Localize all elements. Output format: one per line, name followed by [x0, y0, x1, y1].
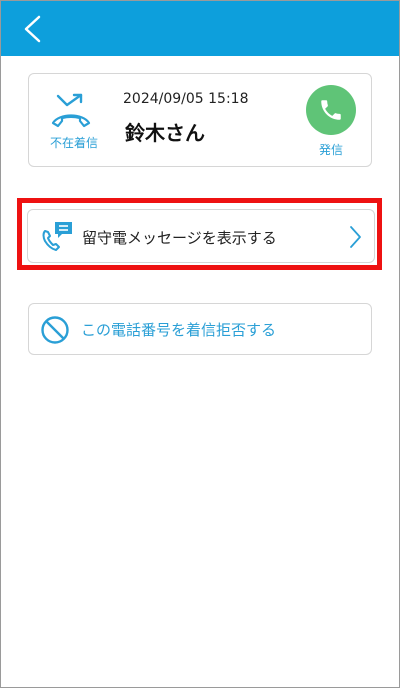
block-icon [41, 316, 69, 344]
caller-name: 鈴木さん [125, 121, 205, 145]
voicemail-button[interactable]: 留守電メッセージを表示する [27, 209, 375, 263]
screen-frame: 不在着信 2024/09/05 15:18 鈴木さん 発信 留守電メッセージを表… [0, 0, 400, 688]
chevron-right-icon [350, 226, 361, 248]
voicemail-message-icon [42, 222, 72, 251]
missed-call-label: 不在着信 [49, 136, 98, 150]
missed-call-icon [51, 93, 91, 128]
phone-icon [321, 100, 341, 120]
app-header [1, 1, 399, 56]
call-detail-card: 不在着信 2024/09/05 15:18 鈴木さん 発信 [28, 73, 372, 167]
back-button[interactable] [15, 9, 55, 49]
dial-label: 発信 [318, 143, 343, 157]
call-datetime: 2024/09/05 15:18 [123, 91, 249, 107]
dial-button[interactable] [306, 85, 356, 135]
block-number-button[interactable]: この電話番号を着信拒否する [28, 303, 372, 355]
block-number-label: この電話番号を着信拒否する [81, 321, 277, 339]
voicemail-label: 留守電メッセージを表示する [82, 229, 277, 247]
back-arrow-icon [24, 15, 41, 43]
